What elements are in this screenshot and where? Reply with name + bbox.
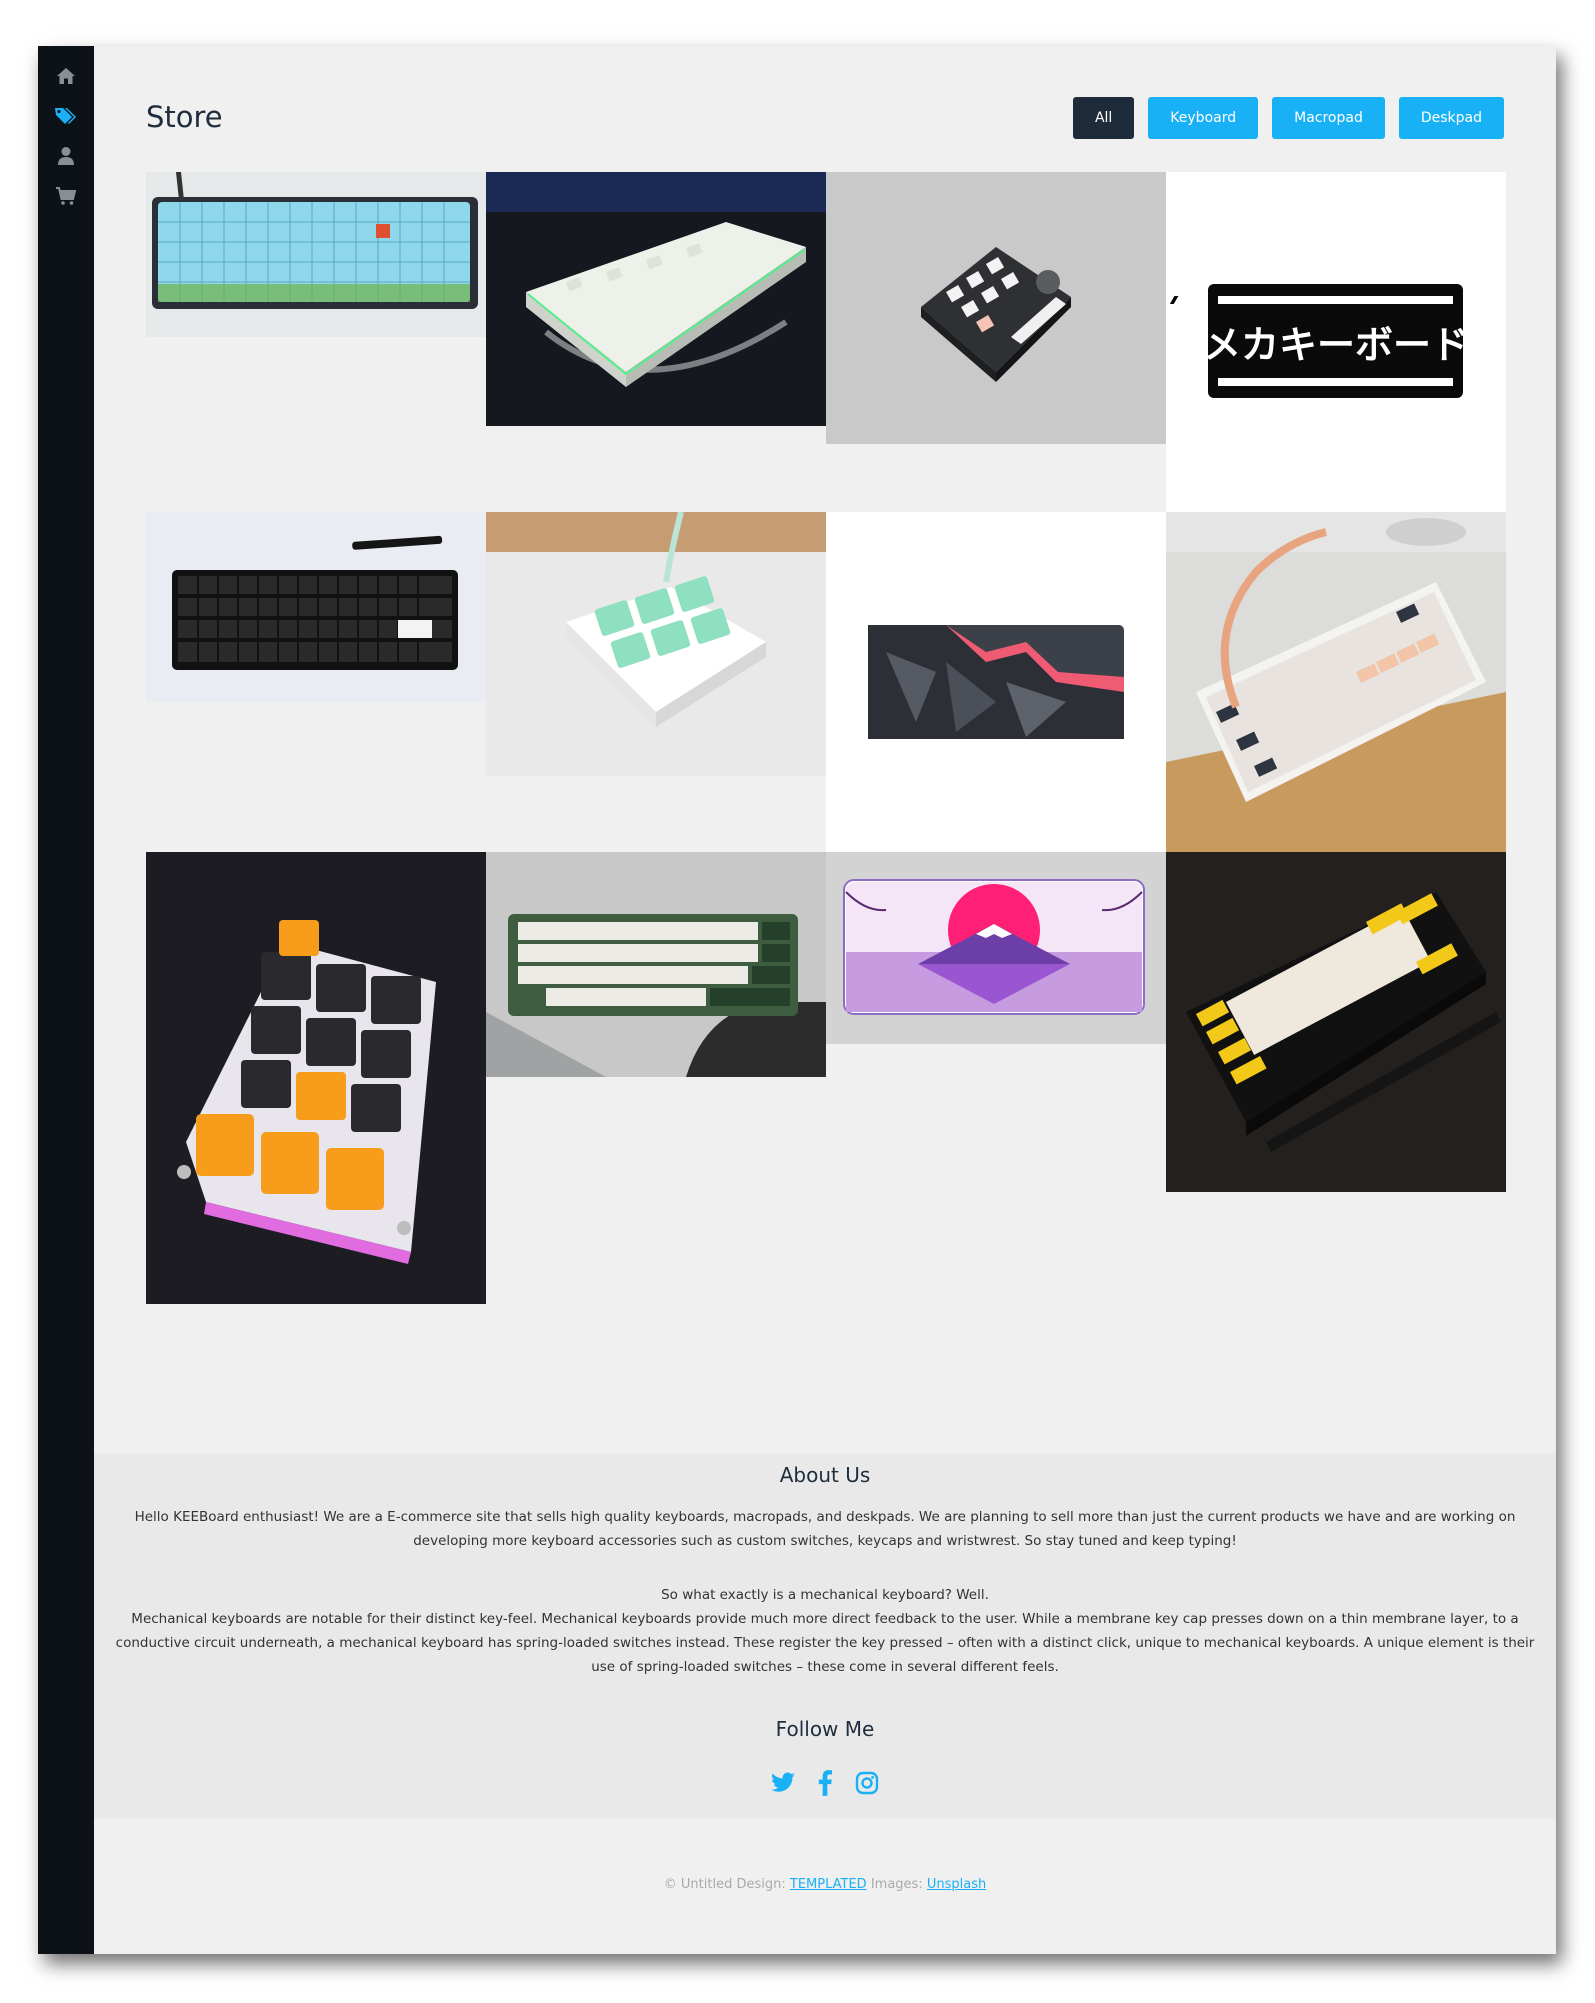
twitter-icon[interactable] <box>769 1769 797 1797</box>
about-paragraph-2: Mechanical keyboards are notable for the… <box>115 1611 1535 1675</box>
facebook-icon[interactable] <box>811 1769 839 1797</box>
filter-keyboard-button[interactable]: Keyboard <box>1148 97 1259 139</box>
filter-buttons: All Keyboard Macropad Deskpad <box>1072 97 1504 139</box>
instagram-icon[interactable] <box>853 1769 881 1797</box>
app-window: Store All Keyboard Macropad Deskpad メカキー… <box>38 46 1556 1954</box>
product-keyboard-yellow-black[interactable] <box>1166 852 1506 1192</box>
about-title: About Us <box>779 1463 871 1487</box>
product-keyboard-white-rgb[interactable] <box>486 172 826 426</box>
templated-link[interactable]: TEMPLATED <box>790 1877 867 1892</box>
footer: © Untitled Design: TEMPLATED Images: Uns… <box>94 1877 1556 1892</box>
copyright-text: © Untitled Design: <box>663 1877 786 1892</box>
product-keyboard-green[interactable] <box>486 852 826 1077</box>
follow-title: Follow Me <box>775 1717 875 1741</box>
unsplash-link[interactable]: Unsplash <box>927 1877 986 1892</box>
sidebar <box>38 46 94 1954</box>
product-macropad-slider[interactable] <box>826 172 1166 444</box>
about-question: So what exactly is a mechanical keyboard… <box>661 1587 989 1603</box>
product-macropad-mint[interactable] <box>486 512 826 776</box>
about-section: About Us Hello KEEBoard enthusiast! We a… <box>94 1453 1556 1819</box>
product-grid: メカキーボード <box>146 172 1506 1352</box>
product-deskpad-fuji[interactable] <box>826 852 1166 1044</box>
filter-macropad-button[interactable]: Macropad <box>1272 97 1385 139</box>
social-links <box>94 1769 1556 1797</box>
images-label: Images: <box>870 1877 923 1892</box>
product-deskpad-polygon[interactable] <box>826 512 1166 852</box>
cart-icon[interactable] <box>52 182 80 210</box>
product-deskpad-mechakeyboard[interactable]: メカキーボード <box>1166 172 1506 512</box>
product-macropad-orange-arrows[interactable] <box>146 852 486 1304</box>
page-title: Store <box>146 100 223 134</box>
filter-all-button[interactable]: All <box>1072 97 1135 139</box>
main-content: Store All Keyboard Macropad Deskpad メカキー… <box>94 46 1556 1954</box>
user-icon[interactable] <box>52 142 80 170</box>
about-paragraph-1: Hello KEEBoard enthusiast! We are a E-co… <box>134 1509 1516 1549</box>
home-icon[interactable] <box>52 62 80 90</box>
filter-deskpad-button[interactable]: Deskpad <box>1398 97 1504 139</box>
product-keyboard-mario[interactable] <box>146 172 486 337</box>
product-keyboard-black-60[interactable] <box>146 512 486 702</box>
deskpad-print-text: メカキーボード <box>1203 323 1469 367</box>
tags-icon[interactable] <box>52 102 80 130</box>
product-keyboard-peach-cable[interactable] <box>1166 512 1506 852</box>
